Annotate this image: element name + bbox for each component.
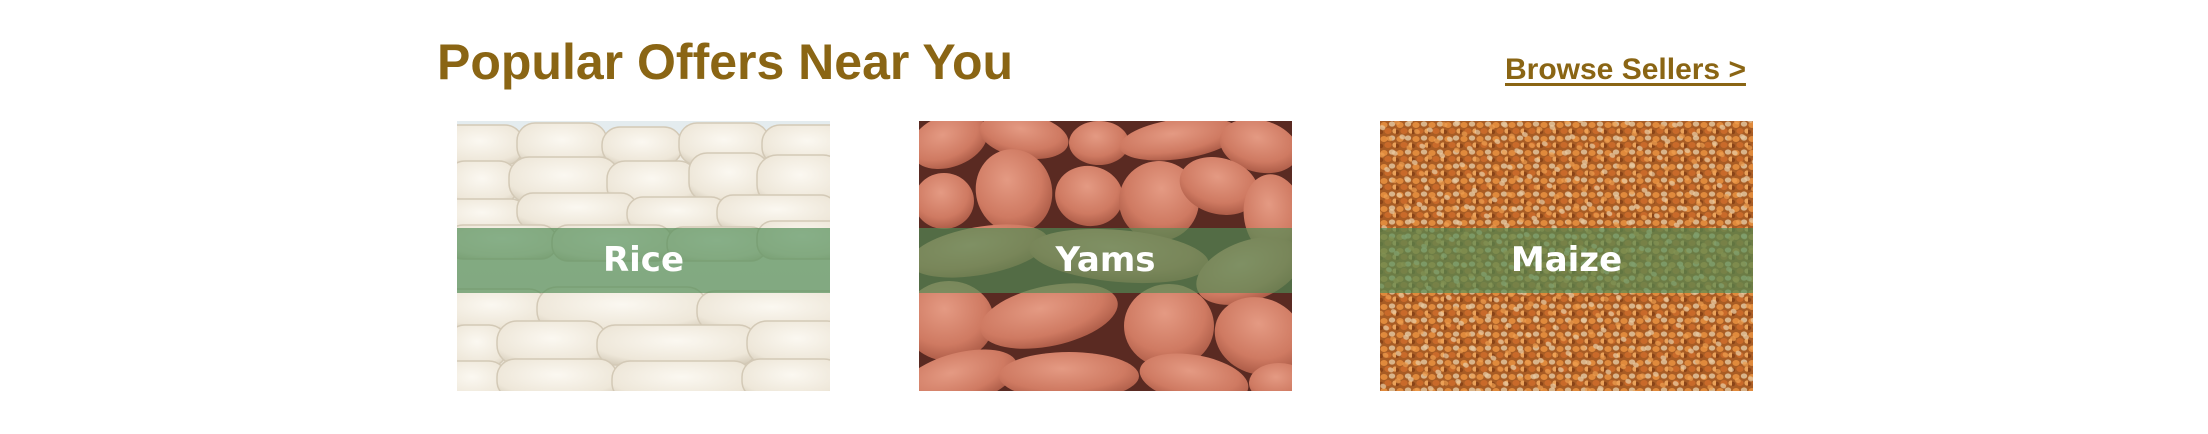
offer-card-maize[interactable]: Maize: [1380, 121, 1753, 391]
section-title: Popular Offers Near You: [437, 34, 1014, 90]
offer-card-rice[interactable]: Rice: [457, 121, 830, 391]
offer-label-maize: Maize: [1510, 240, 1623, 280]
offer-card-yams[interactable]: Yams: [919, 121, 1292, 391]
browse-sellers-link[interactable]: Browse Sellers >: [1505, 50, 1746, 90]
offer-label-yams: Yams: [1055, 240, 1156, 280]
offer-label-rice: Rice: [602, 240, 685, 280]
